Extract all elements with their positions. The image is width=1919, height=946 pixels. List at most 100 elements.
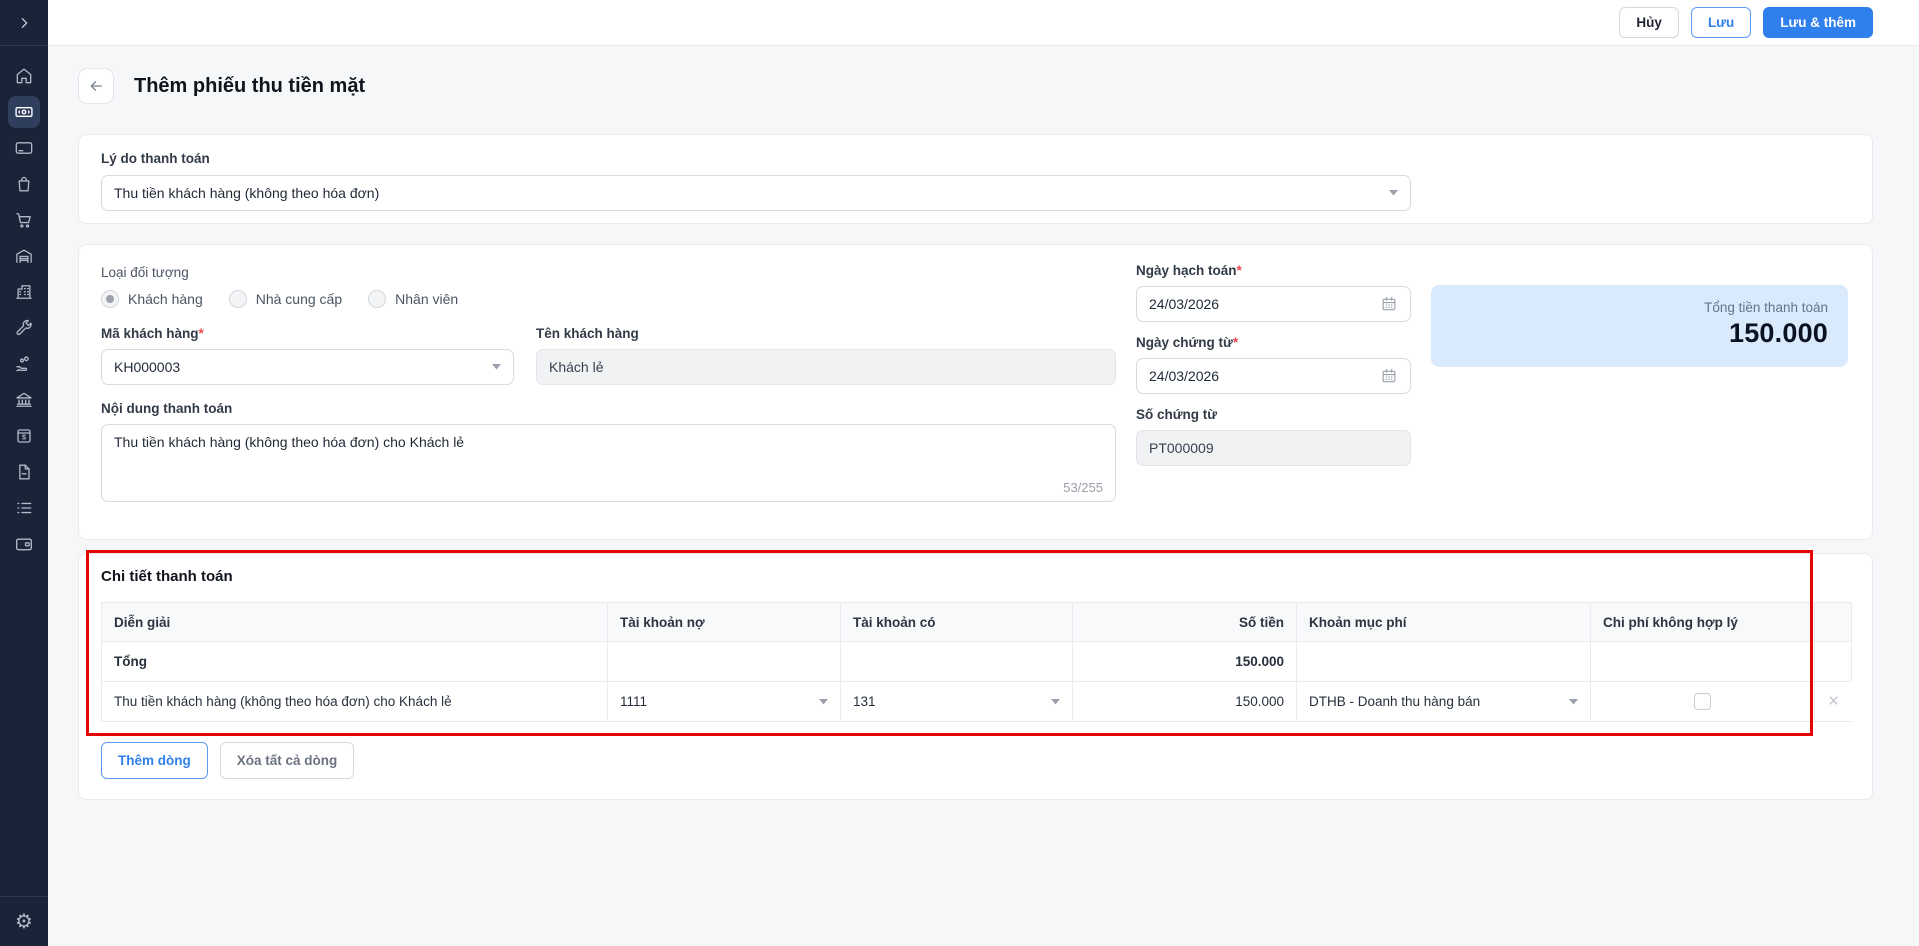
row-amount[interactable]: 150.000 bbox=[1073, 682, 1297, 722]
radio-employee-label: Nhân viên bbox=[395, 291, 459, 307]
sidebar-item-bank[interactable] bbox=[0, 382, 48, 418]
cash-box-icon: $ bbox=[17, 429, 31, 443]
chevron-right-icon bbox=[21, 17, 28, 28]
topbar: Hủy Lưu Lưu & thêm bbox=[48, 0, 1919, 46]
building-icon bbox=[16, 285, 32, 299]
invalid-expense-checkbox[interactable] bbox=[1694, 693, 1711, 710]
payment-info-card: Loại đối tượng Khách hàng Nhà cung cấp N… bbox=[78, 244, 1873, 540]
posting-date-label: Ngày hạch toán* bbox=[1136, 263, 1242, 278]
row-credit-account-value: 131 bbox=[853, 694, 876, 709]
document-number-value: PT000009 bbox=[1149, 440, 1214, 456]
col-amount: Số tiền bbox=[1073, 603, 1297, 642]
sidebar-item-warehouse[interactable] bbox=[0, 238, 48, 274]
detail-table: Diễn giải Tài khoản nợ Tài khoản có Số t… bbox=[101, 602, 1852, 722]
list-icon bbox=[17, 502, 32, 514]
sidebar-item-cash[interactable] bbox=[0, 94, 48, 130]
sidebar-item-income[interactable] bbox=[0, 346, 48, 382]
document-date-label: Ngày chứng từ* bbox=[1136, 335, 1239, 350]
delete-all-rows-button[interactable]: Xóa tất cả dòng bbox=[219, 742, 355, 779]
col-fee-category: Khoản mục phí bbox=[1297, 603, 1591, 642]
customer-code-select[interactable]: KH000003 bbox=[101, 349, 514, 385]
calendar-icon bbox=[1382, 297, 1396, 311]
home-icon bbox=[16, 68, 32, 84]
warehouse-icon bbox=[16, 249, 32, 263]
wallet-icon bbox=[16, 538, 33, 551]
sidebar-item-card[interactable] bbox=[0, 130, 48, 166]
chevron-down-icon bbox=[1569, 698, 1578, 704]
table-total-row: Tổng 150.000 bbox=[101, 642, 1852, 682]
document-number-field: PT000009 bbox=[1136, 430, 1411, 466]
total-row-label: Tổng bbox=[101, 642, 608, 682]
settings-button[interactable]: ⚙ bbox=[10, 908, 38, 936]
row-description[interactable]: Thu tiền khách hàng (không theo hóa đơn)… bbox=[101, 682, 608, 722]
banknote-icon bbox=[15, 107, 33, 117]
row-invalid-expense-cell bbox=[1591, 682, 1815, 722]
sidebar-item-company[interactable] bbox=[0, 274, 48, 310]
radio-dot bbox=[101, 290, 119, 308]
credit-card-icon bbox=[15, 142, 33, 154]
bank-icon bbox=[16, 392, 32, 407]
col-credit-account: Tài khoản có bbox=[841, 603, 1073, 642]
radio-customer[interactable]: Khách hàng bbox=[101, 290, 203, 308]
document-date-value: 24/03/2026 bbox=[1149, 368, 1220, 384]
add-row-button[interactable]: Thêm dòng bbox=[101, 742, 208, 779]
customer-name-field: Khách lẻ bbox=[536, 349, 1116, 385]
total-amount-box: Tổng tiền thanh toán 150.000 bbox=[1431, 285, 1848, 367]
char-counter: 53/255 bbox=[1063, 480, 1103, 495]
posting-date-value: 24/03/2026 bbox=[1149, 296, 1220, 312]
sidebar-item-home[interactable] bbox=[0, 58, 48, 94]
col-actions bbox=[1815, 603, 1852, 642]
sidebar-expand-button[interactable] bbox=[10, 9, 38, 37]
total-row-amount: 150.000 bbox=[1073, 642, 1297, 682]
radio-supplier-label: Nhà cung cấp bbox=[255, 291, 343, 307]
chevron-down-icon bbox=[819, 698, 828, 704]
radio-dot bbox=[228, 290, 247, 308]
sidebar-item-purchase[interactable] bbox=[0, 202, 48, 238]
document-date-input[interactable]: 24/03/2026 bbox=[1136, 358, 1411, 394]
save-and-add-button[interactable]: Lưu & thêm bbox=[1763, 7, 1873, 38]
shopping-cart-icon bbox=[16, 213, 31, 228]
delete-row-button[interactable]: × bbox=[1815, 682, 1852, 722]
detail-title: Chi tiết thanh toán bbox=[101, 568, 233, 585]
page-title: Thêm phiếu thu tiền mặt bbox=[134, 74, 366, 97]
customer-code-label: Mã khách hàng* bbox=[101, 326, 204, 341]
object-type-label: Loại đối tượng bbox=[101, 265, 189, 280]
col-description: Diễn giải bbox=[101, 603, 608, 642]
document-number-label: Số chứng từ bbox=[1136, 407, 1218, 422]
document-icon bbox=[19, 464, 30, 480]
radio-employee[interactable]: Nhân viên bbox=[368, 290, 458, 308]
sidebar-item-list[interactable] bbox=[0, 490, 48, 526]
col-invalid-expense: Chi phí không hợp lý bbox=[1591, 603, 1815, 642]
row-credit-account-select[interactable]: 131 bbox=[841, 682, 1073, 722]
row-debit-account-value: 1111 bbox=[620, 694, 648, 709]
radio-dot bbox=[368, 290, 387, 308]
customer-code-value: KH000003 bbox=[114, 359, 181, 375]
sidebar-item-documents[interactable] bbox=[0, 454, 48, 490]
back-button[interactable] bbox=[78, 68, 114, 104]
sidebar-item-tools[interactable] bbox=[0, 310, 48, 346]
calendar-icon bbox=[1382, 369, 1396, 383]
cancel-button[interactable]: Hủy bbox=[1619, 7, 1679, 38]
customer-name-value: Khách lẻ bbox=[549, 359, 604, 375]
sidebar-item-sales[interactable] bbox=[0, 166, 48, 202]
hand-coins-icon bbox=[16, 356, 29, 372]
radio-supplier[interactable]: Nhà cung cấp bbox=[228, 290, 343, 308]
save-button[interactable]: Lưu bbox=[1690, 7, 1752, 38]
sidebar-item-cashbox[interactable]: $ bbox=[0, 418, 48, 454]
sidebar-item-wallet[interactable] bbox=[0, 526, 48, 562]
posting-date-input[interactable]: 24/03/2026 bbox=[1136, 286, 1411, 322]
row-debit-account-select[interactable]: 1111 bbox=[608, 682, 841, 722]
svg-text:$: $ bbox=[22, 434, 26, 442]
wrench-icon bbox=[16, 319, 32, 336]
payment-reason-label: Lý do thanh toán bbox=[101, 151, 210, 166]
chevron-down-icon bbox=[1389, 190, 1398, 196]
payment-content-textarea[interactable]: Thu tiền khách hàng (không theo hóa đơn)… bbox=[101, 424, 1116, 502]
row-fee-category-select[interactable]: DTHB - Doanh thu hàng bán bbox=[1297, 682, 1591, 722]
table-row: Thu tiền khách hàng (không theo hóa đơn)… bbox=[101, 682, 1852, 722]
total-amount-value: 150.000 bbox=[1729, 318, 1828, 348]
arrow-left-icon bbox=[90, 81, 102, 91]
radio-customer-label: Khách hàng bbox=[128, 291, 203, 307]
row-fee-category-value: DTHB - Doanh thu hàng bán bbox=[1309, 694, 1481, 709]
customer-name-label: Tên khách hàng bbox=[536, 326, 639, 341]
payment-reason-select[interactable]: Thu tiền khách hàng (không theo hóa đơn) bbox=[101, 175, 1411, 211]
